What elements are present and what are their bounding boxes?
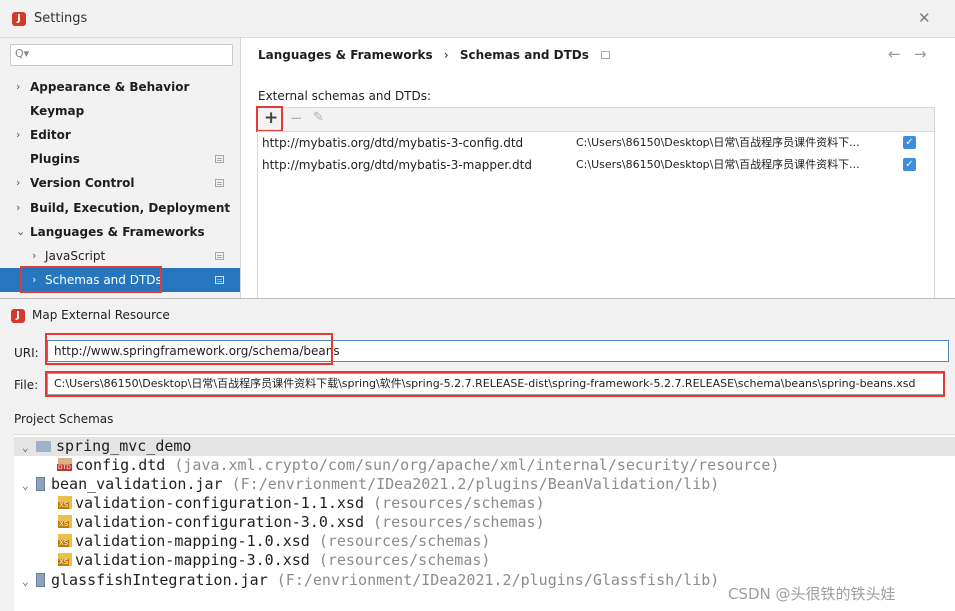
project-settings-icon: [215, 155, 224, 163]
chevron-down-icon: ⌄: [22, 575, 29, 588]
jar-icon: [36, 573, 45, 587]
file-label: File:: [14, 378, 39, 392]
sidebar-item-label: Editor: [30, 128, 71, 142]
edit-icon[interactable]: ✎: [313, 110, 324, 125]
tree-node-name: validation-mapping-3.0.xsd: [75, 551, 310, 569]
sidebar-item-label: Plugins: [30, 152, 80, 166]
tree-node-path: (java.xml.crypto/com/sun/org/apache/xml/…: [165, 456, 780, 474]
chevron-down-icon: ⌄: [22, 479, 29, 492]
chevron-right-icon: ›: [16, 201, 21, 214]
highlight-box: [20, 266, 162, 293]
chevron-right-icon: ›: [16, 80, 21, 93]
row-location: C:\Users\86150\Desktop\日常\百战程序员课件资料下...: [576, 136, 860, 149]
tree-node[interactable]: validation-configuration-3.0.xsd (resour…: [58, 513, 545, 532]
chevron-right-icon: ›: [16, 176, 21, 189]
project-schemas-label: Project Schemas: [14, 412, 114, 426]
intellij-icon: J: [11, 309, 25, 323]
settings-title: Settings: [34, 11, 88, 26]
tree-node-path: (resources/schemas): [363, 513, 545, 531]
tree-node-name: validation-mapping-1.0.xsd: [75, 532, 310, 550]
highlight-box: [45, 333, 333, 365]
module-icon: [36, 441, 51, 452]
tree-node[interactable]: ⌄ glassfishIntegration.jar (F:/envrionmen…: [22, 571, 719, 590]
sidebar-item-label: Appearance & Behavior: [30, 80, 190, 94]
dtd-file-icon: [57, 458, 72, 471]
search-icon: Q▾: [15, 47, 30, 60]
intellij-icon: J: [12, 12, 26, 26]
settings-titlebar: J Settings ✕: [0, 0, 955, 38]
tree-node-path: (F:/envrionment/IDea2021.2/plugins/Glass…: [267, 571, 720, 589]
project-settings-icon: [601, 51, 611, 59]
row-uri: http://mybatis.org/dtd/mybatis-3-mapper.…: [262, 158, 532, 172]
breadcrumb-current: Schemas and DTDs: [459, 48, 589, 62]
uri-label: URI:: [14, 346, 39, 360]
chevron-down-icon: ⌄: [22, 441, 29, 454]
sidebar-item-languages[interactable]: ⌄ Languages & Frameworks: [0, 220, 240, 244]
sidebar-item-appearance[interactable]: › Appearance & Behavior: [0, 75, 240, 99]
close-icon[interactable]: ✕: [918, 9, 931, 27]
sidebar-item-label: JavaScript: [45, 249, 106, 263]
tree-node-name: validation-configuration-1.1.xsd: [75, 494, 364, 512]
highlight-box: [256, 106, 283, 132]
highlight-box: [45, 371, 945, 397]
settings-window: J Settings ✕ Q▾ › Appearance & Behavior …: [0, 0, 955, 300]
xsd-file-icon: [58, 534, 72, 547]
tree-node[interactable]: validation-mapping-1.0.xsd (resources/sc…: [58, 532, 490, 551]
xsd-file-icon: [58, 553, 72, 566]
sidebar-item-build[interactable]: › Build, Execution, Deployment: [0, 196, 240, 220]
tree-node[interactable]: validation-configuration-1.1.xsd (resour…: [58, 494, 545, 513]
chevron-right-icon: ›: [16, 128, 21, 141]
xsd-file-icon: [58, 496, 72, 509]
tree-node-name: glassfishIntegration.jar: [51, 571, 268, 589]
sidebar-item-label: Version Control: [30, 176, 135, 190]
row-checkbox[interactable]: ✓: [903, 136, 916, 149]
sidebar-item-label: Languages & Frameworks: [30, 225, 205, 239]
sidebar-item-label: Build, Execution, Deployment: [30, 201, 231, 215]
remove-icon[interactable]: −: [290, 109, 303, 127]
row-uri: http://mybatis.org/dtd/mybatis-3-config.…: [262, 136, 524, 150]
tree-node[interactable]: validation-mapping-3.0.xsd (resources/sc…: [58, 551, 490, 570]
xsd-file-icon: [58, 515, 72, 528]
row-checkbox[interactable]: ✓: [903, 158, 916, 171]
tree-node-path: (resources/schemas): [309, 532, 491, 550]
back-arrow-icon[interactable]: ←: [888, 45, 901, 63]
tree-node[interactable]: ⌄ bean_validation.jar (F:/envrionment/IDe…: [22, 475, 719, 494]
tree-node-path: (F:/envrionment/IDea2021.2/plugins/BeanV…: [222, 475, 720, 493]
tree-node-name: config.dtd: [75, 456, 166, 474]
dialog-title: Map External Resource: [32, 308, 170, 322]
section-label: External schemas and DTDs:: [258, 89, 432, 103]
sidebar-item-keymap[interactable]: Keymap: [0, 99, 240, 123]
sidebar-item-label: Keymap: [30, 104, 85, 118]
project-settings-icon: [215, 179, 224, 187]
tree-node-path: (resources/schemas): [363, 494, 545, 512]
tree-node-name: spring_mvc_demo: [56, 437, 192, 455]
tree-node-name: bean_validation.jar: [51, 475, 223, 493]
row-location: C:\Users\86150\Desktop\日常\百战程序员课件资料下...: [576, 158, 860, 171]
breadcrumb: Languages & Frameworks › Schemas and DTD…: [258, 48, 611, 62]
tree-node-path: (resources/schemas): [309, 551, 491, 569]
breadcrumb-parent[interactable]: Languages & Frameworks: [258, 48, 433, 62]
csdn-watermark: CSDN @头很铁的铁头娃: [728, 585, 896, 603]
tree-node-module[interactable]: ⌄ spring_mvc_demo: [14, 437, 955, 456]
chevron-right-icon: ›: [32, 249, 37, 262]
sidebar-item-editor[interactable]: › Editor: [0, 123, 240, 147]
forward-arrow-icon[interactable]: →: [914, 45, 927, 63]
chevron-down-icon: ⌄: [16, 225, 26, 238]
tree-node[interactable]: config.dtd (java.xml.crypto/com/sun/org/…: [57, 456, 780, 475]
settings-search-input[interactable]: Q▾: [10, 44, 233, 66]
sidebar-item-version-control[interactable]: › Version Control: [0, 171, 240, 195]
sidebar-item-plugins[interactable]: Plugins: [0, 147, 240, 171]
sidebar-item-javascript[interactable]: › JavaScript: [0, 244, 240, 268]
breadcrumb-separator: ›: [443, 48, 449, 62]
schemas-toolbar: + − ✎: [257, 107, 935, 131]
project-settings-icon: [215, 276, 224, 284]
jar-icon: [36, 477, 45, 491]
tree-node-name: validation-configuration-3.0.xsd: [75, 513, 364, 531]
project-settings-icon: [215, 252, 224, 260]
